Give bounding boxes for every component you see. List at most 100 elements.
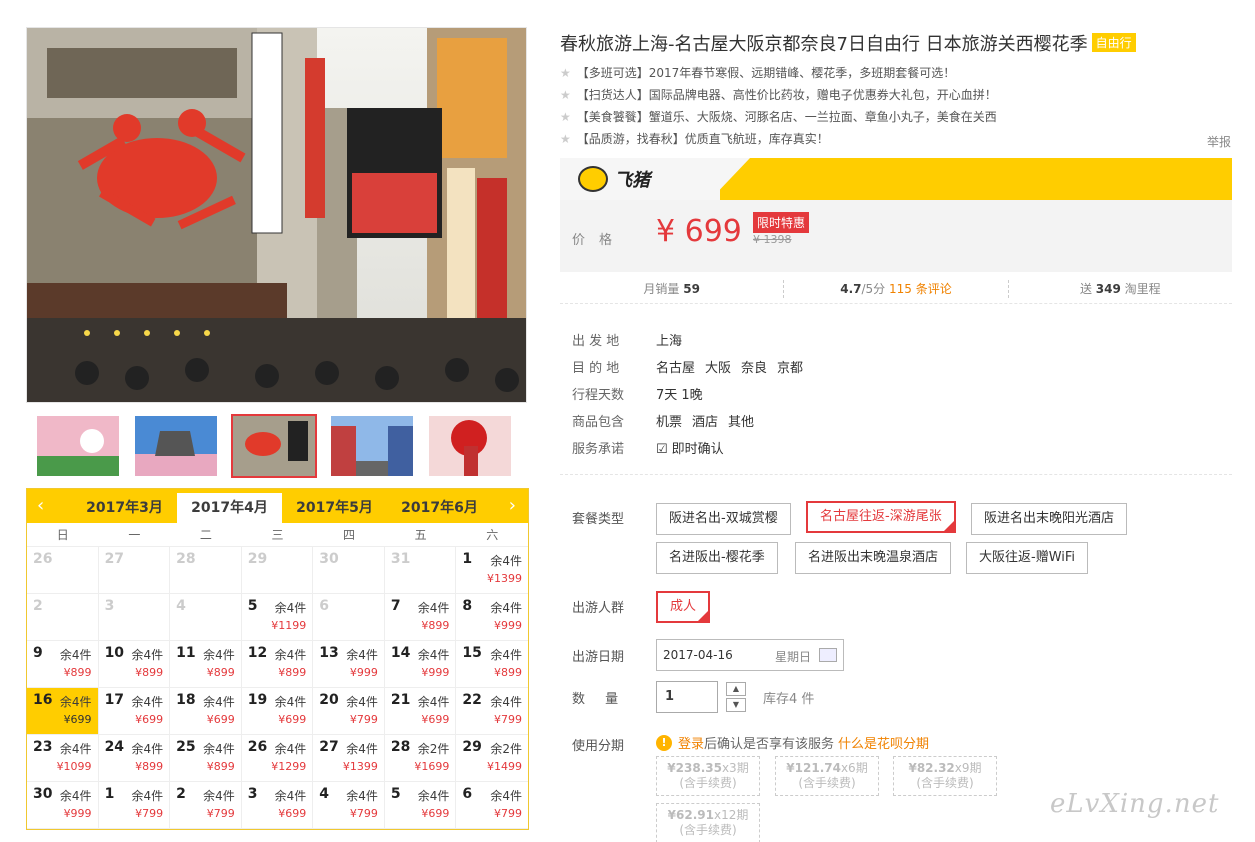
star-icon: ★ bbox=[560, 132, 571, 146]
calendar-day[interactable]: 24 余4件 ¥899 bbox=[98, 735, 171, 782]
calendar-day[interactable]: 26 余4件 ¥1299 bbox=[241, 735, 314, 782]
calendar-day: 27 bbox=[98, 547, 171, 594]
installment-amount: ¥121.74 bbox=[786, 761, 841, 775]
calendar-day: 31 bbox=[384, 547, 457, 594]
info-value-item: 京都 bbox=[777, 361, 804, 376]
thumbnail-3-selected[interactable] bbox=[231, 414, 317, 478]
day-price: ¥899 bbox=[63, 666, 92, 679]
reviews-link[interactable]: 115 条评论 bbox=[889, 282, 952, 296]
installment-option[interactable]: ¥238.35x3期 (含手续费) bbox=[656, 756, 760, 796]
calendar-day[interactable]: 22 余4件 ¥799 bbox=[456, 688, 528, 735]
points: 送 349 淘里程 bbox=[1009, 280, 1232, 303]
calendar-day[interactable]: 15 余4件 ¥899 bbox=[456, 641, 528, 688]
installment-periods: x3期 bbox=[721, 761, 749, 775]
calendar-month-tab[interactable]: 2017年6月 bbox=[387, 493, 492, 523]
info-value: 机票 酒店 其他 bbox=[656, 409, 764, 436]
day-number: 4 bbox=[319, 786, 330, 802]
day-number: 2 bbox=[176, 786, 186, 802]
day-number: 3 bbox=[247, 786, 258, 802]
calendar-month-tab[interactable]: 2017年3月 bbox=[72, 493, 177, 523]
calendar-day[interactable]: 13 余4件 ¥999 bbox=[313, 641, 385, 688]
quantity-up-icon[interactable]: ▲ bbox=[726, 682, 746, 696]
calendar-day[interactable]: 27 余4件 ¥1399 bbox=[313, 735, 385, 782]
calendar-day[interactable]: 5 余4件 ¥1199 bbox=[241, 594, 314, 641]
calendar-day[interactable]: 1 余4件 ¥799 bbox=[98, 782, 171, 829]
day-price: ¥699 bbox=[421, 713, 450, 726]
calendar-day[interactable]: 7 余4件 ¥899 bbox=[384, 594, 457, 641]
package-option-3[interactable]: 阪进名出末晚阳光酒店 bbox=[971, 503, 1128, 535]
brand-bar: 飞猪 bbox=[560, 158, 1232, 200]
installment-option[interactable]: ¥62.91x12期 (含手续费) bbox=[656, 803, 760, 842]
calendar-day[interactable]: 29 余2件 ¥1499 bbox=[456, 735, 528, 782]
calendar-day[interactable]: 25 余4件 ¥899 bbox=[170, 735, 242, 782]
calendar-day: 6 bbox=[313, 594, 385, 641]
calendar-day-selected[interactable]: 16 余4件 ¥699 bbox=[27, 688, 99, 735]
calendar-prev-icon[interactable]: ‹ bbox=[37, 495, 44, 516]
package-option-5[interactable]: 名进阪出末晚温泉酒店 bbox=[795, 542, 952, 574]
check-circle-icon: ☑ bbox=[656, 442, 668, 457]
day-number: 5 bbox=[247, 598, 258, 614]
travel-date-weekday: 星期日 bbox=[774, 650, 811, 664]
calendar-day[interactable]: 21 余4件 ¥699 bbox=[384, 688, 457, 735]
installment-amount: ¥238.35 bbox=[667, 761, 722, 775]
info-value-item: 名古屋 bbox=[656, 361, 696, 376]
thumbnail-1[interactable] bbox=[35, 414, 121, 478]
calendar-next-icon[interactable]: › bbox=[509, 495, 516, 516]
calendar-day[interactable]: 23 余4件 ¥1099 bbox=[27, 735, 99, 782]
thumbnail-5[interactable] bbox=[427, 414, 513, 478]
travel-date-value: 2017-04-16 bbox=[663, 648, 733, 662]
calendar-day[interactable]: 1 余4件 ¥1399 bbox=[456, 547, 528, 594]
day-remaining: 余4件 bbox=[490, 554, 522, 568]
calendar-day[interactable]: 11 余4件 ¥899 bbox=[170, 641, 242, 688]
calendar-day[interactable]: 3 余4件 ¥699 bbox=[241, 782, 314, 829]
package-option-2[interactable]: 名古屋往返-深游尾张 bbox=[806, 501, 956, 533]
calendar-month-tab[interactable]: 2017年4月 bbox=[177, 493, 282, 523]
installment-option[interactable]: ¥121.74x6期 (含手续费) bbox=[775, 756, 879, 796]
day-remaining: 余4件 bbox=[417, 601, 450, 615]
installment-option[interactable]: ¥82.32x9期 (含手续费) bbox=[893, 756, 997, 796]
info-row: 出 发 地 上海 bbox=[572, 328, 813, 355]
calendar-day[interactable]: 30 余4件 ¥999 bbox=[27, 782, 99, 829]
package-option-4[interactable]: 名进阪出-樱花季 bbox=[656, 542, 778, 574]
calendar-icon[interactable] bbox=[819, 648, 837, 662]
day-price: ¥1399 bbox=[486, 572, 522, 585]
calendar-day[interactable]: 19 余4件 ¥699 bbox=[241, 688, 314, 735]
calendar-day[interactable]: 5 余4件 ¥699 bbox=[384, 782, 457, 829]
package-option-6[interactable]: 大阪往返-赠WiFi bbox=[966, 542, 1089, 574]
calendar-day[interactable]: 4 余4件 ¥799 bbox=[313, 782, 385, 829]
calendar-day[interactable]: 20 余4件 ¥799 bbox=[313, 688, 385, 735]
info-row: 商品包含 机票 酒店 其他 bbox=[572, 409, 813, 436]
traveler-adult-option[interactable]: 成人 bbox=[656, 591, 711, 623]
calendar-day[interactable]: 2 余4件 ¥799 bbox=[170, 782, 242, 829]
day-number: 10 bbox=[104, 645, 125, 661]
feature-item: ★ 【美食饕餮】蟹道乐、大阪烧、河豚名店、一兰拉面、章鱼小丸子，美食在关西 bbox=[560, 106, 1240, 128]
calendar-day[interactable]: 6 余4件 ¥799 bbox=[456, 782, 528, 829]
calendar-day[interactable]: 14 余4件 ¥999 bbox=[384, 641, 457, 688]
quantity-input[interactable]: 1 bbox=[656, 681, 718, 713]
thumbnail-2[interactable] bbox=[133, 414, 219, 478]
day-remaining: 余4件 bbox=[274, 742, 307, 756]
day-remaining: 余4件 bbox=[346, 789, 378, 803]
login-link[interactable]: 登录 bbox=[678, 733, 704, 752]
package-option-1[interactable]: 阪进名出-双城赏樱 bbox=[656, 503, 791, 535]
calendar-day[interactable]: 18 余4件 ¥699 bbox=[170, 688, 242, 735]
quantity-down-icon[interactable]: ▼ bbox=[726, 698, 746, 712]
report-link[interactable]: 举报 bbox=[1207, 133, 1231, 150]
day-price: ¥999 bbox=[421, 666, 450, 679]
calendar-day[interactable]: 9 余4件 ¥899 bbox=[27, 641, 99, 688]
current-price: ¥ 699 bbox=[656, 214, 742, 249]
huabei-info-link[interactable]: 什么是花呗分期 bbox=[838, 733, 929, 752]
calendar-day[interactable]: 17 余4件 ¥699 bbox=[98, 688, 171, 735]
stats-bar: 月销量 59 4.7/5分 115 条评论 送 349 淘里程 bbox=[560, 280, 1232, 304]
day-number: 1 bbox=[104, 786, 115, 802]
day-remaining: 余4件 bbox=[203, 648, 235, 662]
calendar-day[interactable]: 10 余4件 ¥899 bbox=[98, 641, 171, 688]
calendar-month-tab[interactable]: 2017年5月 bbox=[282, 493, 387, 523]
thumbnail-4[interactable] bbox=[329, 414, 415, 478]
travel-date-input[interactable]: 2017-04-16 星期日 bbox=[656, 639, 844, 671]
calendar-day[interactable]: 28 余2件 ¥1699 bbox=[384, 735, 457, 782]
feature-item: ★ 【多班可选】2017年春节寒假、远期错峰、樱花季，多班期套餐可选！ bbox=[560, 62, 1240, 84]
calendar-day[interactable]: 8 余4件 ¥999 bbox=[456, 594, 528, 641]
calendar-day[interactable]: 12 余4件 ¥899 bbox=[241, 641, 314, 688]
weekday-label: 二 bbox=[199, 528, 212, 542]
